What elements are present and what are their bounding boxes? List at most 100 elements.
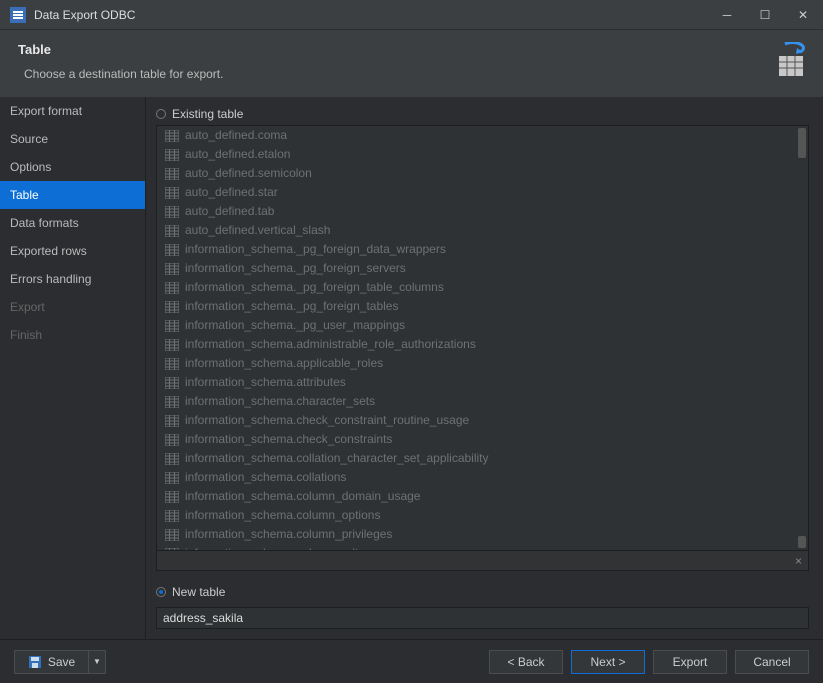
- clear-filter-icon[interactable]: ×: [795, 554, 802, 568]
- table-row-label: information_schema.check_constraints: [185, 431, 392, 448]
- table-icon: [165, 149, 179, 161]
- table-row[interactable]: information_schema._pg_user_mappings: [157, 316, 808, 335]
- sidebar-item-source[interactable]: Source: [0, 125, 145, 153]
- table-row-label: information_schema.collation_character_s…: [185, 450, 489, 467]
- table-icon: [165, 529, 179, 541]
- save-dropdown-button[interactable]: ▼: [88, 650, 106, 674]
- table-row[interactable]: auto_defined.coma: [157, 126, 808, 145]
- wizard-header: Table Choose a destination table for exp…: [0, 30, 823, 97]
- back-button[interactable]: < Back: [489, 650, 563, 674]
- scrollbar-vertical[interactable]: [796, 126, 808, 550]
- table-row-label: information_schema.check_constraint_rout…: [185, 412, 469, 429]
- table-row[interactable]: information_schema.column_domain_usage: [157, 487, 808, 506]
- table-icon: [165, 358, 179, 370]
- table-row[interactable]: information_schema.applicable_roles: [157, 354, 808, 373]
- chevron-down-icon: ▼: [93, 657, 101, 666]
- table-icon: [165, 168, 179, 180]
- save-label: Save: [48, 655, 75, 669]
- table-row-label: information_schema.character_sets: [185, 393, 375, 410]
- new-table-input[interactable]: [156, 607, 809, 629]
- table-icon: [165, 434, 179, 446]
- sidebar-item-label: Export format: [10, 104, 82, 118]
- table-row-label: information_schema.column_domain_usage: [185, 488, 420, 505]
- sidebar-item-export: Export: [0, 293, 145, 321]
- table-icon: [165, 206, 179, 218]
- cancel-button[interactable]: Cancel: [735, 650, 809, 674]
- table-row[interactable]: auto_defined.star: [157, 183, 808, 202]
- table-icon: [165, 510, 179, 522]
- table-row[interactable]: information_schema.column_options: [157, 506, 808, 525]
- window-maximize-icon[interactable]: ☐: [755, 5, 775, 25]
- window-minimize-icon[interactable]: ─: [717, 5, 737, 25]
- table-row[interactable]: information_schema.attributes: [157, 373, 808, 392]
- table-icon: [165, 472, 179, 484]
- sidebar-item-options[interactable]: Options: [0, 153, 145, 181]
- radio-new-label: New table: [172, 585, 225, 599]
- sidebar-item-label: Data formats: [10, 216, 79, 230]
- table-row[interactable]: information_schema.column_privileges: [157, 525, 808, 544]
- table-row[interactable]: information_schema.administrable_role_au…: [157, 335, 808, 354]
- window-close-icon[interactable]: ✕: [793, 5, 813, 25]
- table-row-label: auto_defined.vertical_slash: [185, 222, 330, 239]
- table-row-label: information_schema.attributes: [185, 374, 346, 391]
- table-row[interactable]: information_schema.check_constraint_rout…: [157, 411, 808, 430]
- app-icon: [10, 7, 26, 23]
- radio-icon: [156, 109, 166, 119]
- table-row[interactable]: auto_defined.tab: [157, 202, 808, 221]
- sidebar-item-label: Export: [10, 300, 45, 314]
- sidebar-item-label: Source: [10, 132, 48, 146]
- sidebar-item-label: Errors handling: [10, 272, 91, 286]
- radio-existing-label: Existing table: [172, 107, 243, 121]
- table-icon: [165, 225, 179, 237]
- radio-new-table[interactable]: New table: [156, 585, 809, 599]
- table-row[interactable]: auto_defined.etalon: [157, 145, 808, 164]
- table-row[interactable]: information_schema.collations: [157, 468, 808, 487]
- table-icon: [165, 244, 179, 256]
- table-row-label: information_schema.column_options: [185, 507, 380, 524]
- export-button[interactable]: Export: [653, 650, 727, 674]
- page-subtitle: Choose a destination table for export.: [24, 67, 223, 81]
- table-row[interactable]: information_schema.column_udt_usage: [157, 544, 808, 550]
- sidebar-item-exported-rows[interactable]: Exported rows: [0, 237, 145, 265]
- table-row-label: information_schema._pg_foreign_tables: [185, 298, 398, 315]
- table-row-label: information_schema.column_udt_usage: [185, 545, 398, 550]
- sidebar-item-label: Exported rows: [10, 244, 87, 258]
- table-row[interactable]: information_schema._pg_foreign_tables: [157, 297, 808, 316]
- table-row[interactable]: information_schema.collation_character_s…: [157, 449, 808, 468]
- table-icon: [165, 263, 179, 275]
- radio-existing-table[interactable]: Existing table: [156, 107, 809, 121]
- table-icon: [165, 282, 179, 294]
- table-row[interactable]: information_schema.character_sets: [157, 392, 808, 411]
- table-row[interactable]: information_schema._pg_foreign_data_wrap…: [157, 240, 808, 259]
- table-row[interactable]: information_schema.check_constraints: [157, 430, 808, 449]
- table-row-label: information_schema.applicable_roles: [185, 355, 383, 372]
- table-list[interactable]: auto_defined.comaauto_defined.etalonauto…: [156, 125, 809, 571]
- table-icon: [165, 415, 179, 427]
- next-button[interactable]: Next >: [571, 650, 645, 674]
- save-button[interactable]: Save: [14, 650, 88, 674]
- table-row[interactable]: auto_defined.semicolon: [157, 164, 808, 183]
- save-icon: [28, 655, 42, 669]
- radio-icon: [156, 587, 166, 597]
- sidebar-item-data-formats[interactable]: Data formats: [0, 209, 145, 237]
- main-panel: Existing table auto_defined.comaauto_def…: [146, 97, 823, 639]
- table-row[interactable]: information_schema._pg_foreign_table_col…: [157, 278, 808, 297]
- table-filter-row[interactable]: ×: [157, 550, 808, 570]
- table-icon: [165, 320, 179, 332]
- table-row[interactable]: information_schema._pg_foreign_servers: [157, 259, 808, 278]
- table-row-label: auto_defined.etalon: [185, 146, 290, 163]
- sidebar-item-label: Table: [10, 188, 39, 202]
- table-row[interactable]: auto_defined.vertical_slash: [157, 221, 808, 240]
- table-row-label: information_schema._pg_user_mappings: [185, 317, 405, 334]
- table-icon: [165, 491, 179, 503]
- sidebar-item-errors-handling[interactable]: Errors handling: [0, 265, 145, 293]
- table-row-label: information_schema._pg_foreign_servers: [185, 260, 406, 277]
- sidebar-item-label: Options: [10, 160, 51, 174]
- wizard-sidebar: Export format Source Options Table Data form…: [0, 97, 146, 639]
- table-row-label: auto_defined.semicolon: [185, 165, 312, 182]
- table-icon: [165, 548, 179, 551]
- sidebar-item-export-format[interactable]: Export format: [0, 97, 145, 125]
- sidebar-item-finish: Finish: [0, 321, 145, 349]
- table-icon: [165, 339, 179, 351]
- sidebar-item-table[interactable]: Table: [0, 181, 145, 209]
